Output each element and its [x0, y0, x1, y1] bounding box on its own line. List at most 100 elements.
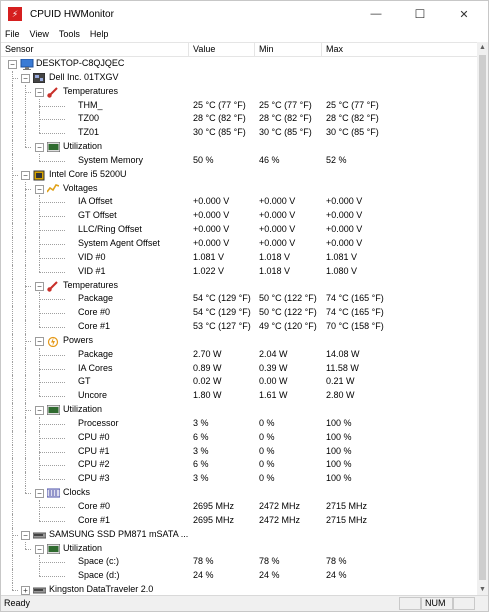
sensor-row[interactable]: TZ00 28 °C (82 °F) 28 °C (82 °F) 28 °C (82 …	[1, 112, 477, 127]
tree-node-label: CPU #0	[78, 431, 110, 442]
device-row[interactable]: − Dell Inc. 01TXGV	[1, 70, 477, 85]
sensor-row[interactable]: GT Offset +0.000 V +0.000 V +0.000 V	[1, 209, 477, 224]
tree-connector-line	[39, 562, 65, 564]
sensor-min: 1.018 V	[259, 265, 291, 276]
close-button[interactable]: ✕	[442, 1, 486, 27]
collapse-toggle-icon[interactable]: −	[35, 406, 44, 416]
sensor-group-row[interactable]: − Utilization	[1, 541, 477, 556]
collapse-toggle-icon[interactable]: −	[21, 73, 30, 83]
sensor-row[interactable]: Core #0 54 °C (129 °F) 50 °C (122 °F) 74 °C…	[1, 306, 477, 321]
sensor-row[interactable]: Space (c:) 78 % 78 % 78 %	[1, 555, 477, 570]
sensor-row[interactable]: Core #0 2695 MHz 2472 MHz 2715 MHz	[1, 500, 477, 514]
tree-node-label: Processor	[78, 417, 119, 428]
collapse-toggle-icon[interactable]: −	[35, 544, 44, 554]
sensor-row[interactable]: CPU #1 3 % 0 % 100 %	[1, 444, 477, 459]
vertical-scrollbar[interactable]: ▲ ▼	[477, 42, 488, 595]
collapse-toggle-icon[interactable]: −	[35, 489, 44, 499]
sensor-row[interactable]: CPU #3 3 % 0 % 100 %	[1, 472, 477, 487]
collapse-toggle-icon[interactable]: −	[8, 60, 17, 69]
menu-view[interactable]: View	[30, 29, 49, 39]
sensor-group-row[interactable]: − Powers	[1, 333, 477, 348]
menu-tools[interactable]: Tools	[59, 29, 80, 39]
status-panel-blank-2	[453, 597, 475, 610]
power-icon	[47, 336, 59, 347]
sensor-row[interactable]: VID #1 1.022 V 1.018 V 1.080 V	[1, 264, 477, 279]
sensor-row[interactable]: VID #0 1.081 V 1.018 V 1.081 V	[1, 250, 477, 265]
collapse-toggle-icon[interactable]: −	[35, 336, 44, 346]
tree-connector-line	[12, 569, 13, 584]
tree-connector-line	[39, 375, 40, 390]
menu-file[interactable]: File	[5, 29, 20, 39]
sensor-row[interactable]: Processor 3 % 0 % 100 %	[1, 416, 477, 431]
sensor-row[interactable]: THM_ 25 °C (77 °F) 25 °C (77 °F) 25 °C (77 …	[1, 98, 477, 113]
maximize-button[interactable]: ☐	[398, 1, 442, 27]
sensor-value: 78 %	[193, 556, 214, 567]
tree-connector-line	[25, 292, 26, 307]
column-header-min[interactable]: Min	[255, 43, 322, 57]
device-row[interactable]: − DESKTOP-C8QJQEC	[1, 57, 477, 71]
menu-help[interactable]: Help	[90, 29, 109, 39]
tree-node-label: TZ00	[78, 113, 100, 124]
sensor-row[interactable]: TZ01 30 °C (85 °F) 30 °C (85 °F) 30 °C (85 …	[1, 126, 477, 141]
sensor-row[interactable]: Core #1 53 °C (127 °F) 49 °C (120 °F) 70 °C…	[1, 320, 477, 334]
sensor-group-row[interactable]: − Clocks	[1, 486, 477, 500]
sensor-max: 100 %	[326, 445, 352, 456]
sensor-max: 11.58 W	[326, 362, 359, 373]
sensor-max: 2.80 W	[326, 390, 355, 401]
tree-connector-line	[39, 236, 40, 251]
collapse-toggle-icon[interactable]: −	[21, 170, 30, 180]
sensor-row[interactable]: CPU #0 6 % 0 % 100 %	[1, 430, 477, 445]
tree-connector-line	[25, 181, 26, 196]
sensor-group-row[interactable]: − Utilization	[1, 140, 477, 154]
sensor-row[interactable]: Uncore 1.80 W 1.61 W 2.80 W	[1, 389, 477, 404]
sensor-tree[interactable]: − DESKTOP-C8QJQEC − Dell Inc. 01TXGV − Temper…	[1, 57, 477, 595]
sensor-value: +0.000 V	[193, 210, 230, 221]
collapse-toggle-icon[interactable]: −	[35, 87, 44, 97]
title-bar[interactable]: ⚡ CPUID HWMonitor — ☐ ✕	[1, 1, 488, 27]
sensor-row[interactable]: GT 0.02 W 0.00 W 0.21 W	[1, 375, 477, 390]
tree-connector-line	[25, 347, 26, 362]
sensor-row[interactable]: IA Offset +0.000 V +0.000 V +0.000 V	[1, 195, 477, 210]
scrollbar-thumb[interactable]	[479, 55, 486, 580]
sensor-value: 2695 MHz	[193, 501, 235, 511]
sensor-row[interactable]: LLC/Ring Offset +0.000 V +0.000 V +0.000 V	[1, 223, 477, 237]
tree-connector-line	[12, 500, 13, 514]
sensor-row[interactable]: Space (d:) 24 % 24 % 24 %	[1, 569, 477, 584]
column-header-max[interactable]: Max	[322, 43, 477, 57]
column-header-sensor[interactable]: Sensor	[1, 43, 189, 57]
collapse-toggle-icon[interactable]: −	[21, 530, 30, 540]
sensor-max: 25 °C (77 °F)	[326, 99, 379, 110]
sensor-row[interactable]: Package 54 °C (129 °F) 50 °C (122 °F) 74 °C…	[1, 292, 477, 307]
tree-connector-line	[39, 202, 65, 204]
device-row[interactable]: − Intel Core i5 5200U	[1, 167, 477, 182]
tree-node-label: IA Offset	[78, 196, 113, 207]
sensor-group-row[interactable]: − Temperatures	[1, 278, 477, 293]
sensor-row[interactable]: Package 2.70 W 2.04 W 14.08 W	[1, 347, 477, 362]
sensor-group-row[interactable]: − Voltages	[1, 181, 477, 196]
tree-connector-line	[12, 472, 13, 487]
sensor-row[interactable]: CPU #2 6 % 0 % 100 %	[1, 458, 477, 473]
tree-connector-line	[12, 223, 13, 237]
minimize-button[interactable]: —	[354, 1, 398, 27]
expand-toggle-icon[interactable]: +	[21, 586, 30, 595]
scroll-down-arrow-icon[interactable]: ▼	[477, 584, 488, 595]
sensor-row[interactable]: IA Cores 0.89 W 0.39 W 11.58 W	[1, 361, 477, 376]
tree-connector-line	[25, 320, 26, 334]
collapse-toggle-icon[interactable]: −	[35, 143, 44, 153]
scroll-up-arrow-icon[interactable]: ▲	[477, 42, 488, 53]
sensor-row[interactable]: System Agent Offset +0.000 V +0.000 V +0.00…	[1, 236, 477, 251]
sensor-max: 100 %	[326, 417, 352, 428]
sensor-value: 6 %	[193, 459, 209, 470]
collapse-toggle-icon[interactable]: −	[35, 184, 44, 194]
sensor-max: 28 °C (82 °F)	[326, 113, 379, 124]
sensor-value: 24 %	[193, 570, 214, 581]
device-row[interactable]: − SAMSUNG SSD PM871 mSATA ...	[1, 527, 477, 542]
tree-node-label: Uncore	[78, 390, 108, 401]
sensor-group-row[interactable]: − Utilization	[1, 403, 477, 417]
device-row[interactable]: + Kingston DataTraveler 2.0	[1, 583, 477, 595]
column-header-value[interactable]: Value	[189, 43, 255, 57]
sensor-row[interactable]: Core #1 2695 MHz 2472 MHz 2715 MHz	[1, 513, 477, 528]
sensor-row[interactable]: System Memory 50 % 46 % 52 %	[1, 153, 477, 168]
sensor-group-row[interactable]: − Temperatures	[1, 84, 477, 99]
collapse-toggle-icon[interactable]: −	[35, 281, 44, 291]
